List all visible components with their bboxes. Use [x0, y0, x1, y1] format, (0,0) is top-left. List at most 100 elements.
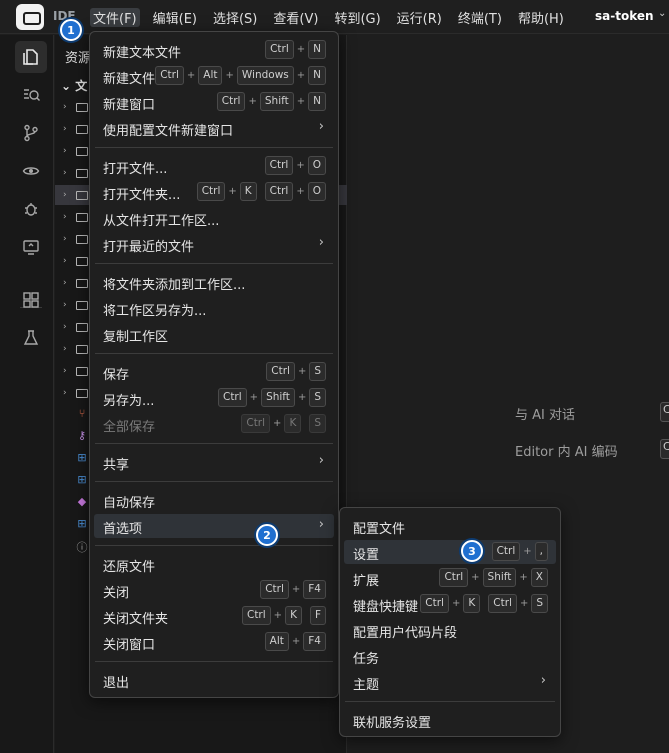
menu-item[interactable]: 保存 Ctrl + S — [94, 360, 334, 384]
keyboard-shortcut: Ctrl + K Ctrl + O — [196, 182, 326, 201]
key-cap: K — [285, 606, 302, 625]
key-cap: Ctrl — [264, 156, 294, 175]
hint-ai-inline: Editor 内 AI 编码 — [515, 445, 618, 460]
key-cap: F4 — [303, 580, 326, 599]
git-file-icon[interactable]: ⑂ — [75, 407, 89, 421]
menu-item[interactable]: 任务 — [344, 644, 556, 668]
menu-item[interactable]: 新建文件... Ctrl + Alt + Windows + N — [94, 64, 334, 88]
windows-file-icon[interactable]: ⊞ — [75, 517, 89, 531]
menu-item[interactable]: 打开最近的文件 › — [94, 232, 334, 256]
key-cap: , — [534, 542, 548, 561]
key-plus: + — [248, 96, 257, 107]
hint-ai-chat: 与 AI 对话 — [515, 408, 575, 423]
testing-flask-icon[interactable] — [15, 322, 47, 354]
key-cap: O — [307, 156, 326, 175]
keyboard-shortcut: Ctrl +, — [491, 542, 548, 561]
menu-item[interactable]: 配置用户代码片段 — [344, 618, 556, 642]
key-cap: F — [309, 606, 326, 625]
windows-file-icon[interactable]: ⊞ — [75, 473, 89, 487]
menu-item[interactable]: 打开文件... Ctrl + O — [94, 154, 334, 178]
windows-file-icon[interactable]: ⊞ — [75, 451, 89, 465]
menu-item-label: 关闭 — [103, 586, 130, 601]
extensions-icon[interactable] — [15, 284, 47, 316]
menu-item[interactable]: 首选项 › — [94, 514, 334, 538]
menu-item[interactable]: 全部保存 Ctrl + K S — [94, 412, 334, 436]
menu-run[interactable]: 运行(R) — [394, 8, 445, 27]
menu-help[interactable]: 帮助(H) — [515, 8, 567, 27]
menu-item-label: 打开文件... — [103, 162, 168, 177]
menu-item[interactable]: 另存为... Ctrl + Shift + S — [94, 386, 334, 410]
menu-bar: 文件(F) 编辑(E) 选择(S) 查看(V) 转到(G) 运行(R) 终端(T… — [90, 8, 577, 27]
menu-item[interactable]: 将工作区另存为... — [94, 296, 334, 320]
menu-item[interactable]: 设置 Ctrl +, — [344, 540, 556, 564]
menu-item[interactable]: 新建窗口 Ctrl + Shift + N — [94, 90, 334, 114]
menu-item-label: 从文件打开工作区... — [103, 214, 220, 229]
key-cap: K — [239, 182, 257, 201]
activity-bar — [0, 35, 54, 753]
sidebar-title: 资源 — [65, 51, 92, 66]
menu-item[interactable]: 关闭文件夹 Ctrl + K F — [94, 604, 334, 628]
menu-edit[interactable]: 编辑(E) — [150, 8, 200, 27]
keyboard-shortcut: Ctrl + K F — [241, 606, 326, 625]
key-plus: + — [291, 584, 301, 595]
key-plus: + — [291, 636, 301, 647]
info-file-icon[interactable]: ⓘ — [75, 539, 89, 554]
menu-item[interactable]: 关闭 Ctrl + F4 — [94, 578, 334, 602]
key-cap: Ctrl — [241, 606, 271, 625]
app-logo-icon[interactable] — [16, 4, 44, 30]
menu-selection[interactable]: 选择(S) — [210, 8, 260, 27]
explorer-icon[interactable] — [15, 41, 47, 73]
key-plus: + — [273, 610, 283, 621]
menu-item[interactable]: 复制工作区 — [94, 322, 334, 346]
source-control-icon[interactable] — [15, 117, 47, 149]
menu-item[interactable]: 打开文件夹... Ctrl + K Ctrl + O — [94, 180, 334, 204]
menu-item[interactable]: 从文件打开工作区... — [94, 206, 334, 230]
key-cap: N — [308, 40, 326, 59]
feather-file-icon[interactable]: ◆ — [75, 495, 89, 509]
key-cap: Shift — [259, 92, 294, 111]
key-plus: + — [471, 572, 480, 583]
menu-item[interactable]: 新建文本文件 Ctrl + N — [94, 38, 334, 62]
project-name[interactable]: sa-token — [595, 9, 654, 23]
menu-item-label: 自动保存 — [103, 496, 156, 511]
menu-item[interactable]: 键盘快捷键 Ctrl + K Ctrl + S — [344, 592, 556, 616]
menu-item-label: 设置 — [353, 548, 380, 563]
menu-item[interactable]: 联机服务设置 — [344, 708, 556, 732]
menu-item[interactable]: 退出 — [94, 668, 334, 692]
menu-item[interactable]: 共享 › — [94, 450, 334, 474]
chevron-down-icon[interactable]: ⌄ — [658, 8, 666, 19]
menu-item[interactable]: 配置文件 — [344, 514, 556, 538]
menu-item[interactable]: 扩展 Ctrl + Shift + X — [344, 566, 556, 590]
key-plus: + — [296, 70, 306, 81]
debug-icon[interactable] — [15, 193, 47, 225]
menu-view[interactable]: 查看(V) — [270, 8, 321, 27]
key-plus: + — [186, 70, 196, 81]
preferences-submenu: 配置文件设置 Ctrl +, 扩展 Ctrl + Shift + X 键盘快捷键 Ctrl + K Ctr… — [339, 507, 561, 737]
key-cap: S — [309, 388, 326, 407]
eye-icon[interactable] — [15, 155, 47, 187]
key-cap: K — [284, 414, 302, 433]
menu-item[interactable]: 将文件夹添加到工作区... — [94, 270, 334, 294]
keyboard-shortcut: Ctrl + K S — [241, 414, 326, 433]
key-cap: Ctrl — [217, 388, 247, 407]
menu-item[interactable]: 自动保存 — [94, 488, 334, 512]
key-plus: + — [249, 392, 259, 403]
menu-file[interactable]: 文件(F) — [90, 8, 140, 27]
menu-separator — [95, 661, 333, 662]
menu-go[interactable]: 转到(G) — [331, 8, 383, 27]
keyboard-shortcut: Ctrl + Shift + S — [217, 388, 326, 407]
menu-terminal[interactable]: 终端(T) — [455, 8, 505, 27]
key-file-icon[interactable]: ⚷ — [75, 429, 89, 443]
menu-item[interactable]: 关闭窗口 Alt + F4 — [94, 630, 334, 654]
menu-item[interactable]: 主题 › — [344, 670, 556, 694]
key-cap: Ctrl — [216, 92, 246, 111]
sidebar-section-header[interactable]: ⌄ 文 — [61, 77, 87, 94]
key-cap: Shift — [261, 388, 295, 407]
search-icon[interactable] — [15, 79, 47, 111]
menu-item[interactable]: 使用配置文件新建窗口 › — [94, 116, 334, 140]
remote-explorer-icon[interactable] — [15, 231, 47, 263]
key-cap: S — [309, 414, 326, 433]
menu-item[interactable]: 还原文件 — [94, 552, 334, 576]
hint-key: C — [660, 439, 669, 459]
key-plus: + — [519, 598, 529, 609]
